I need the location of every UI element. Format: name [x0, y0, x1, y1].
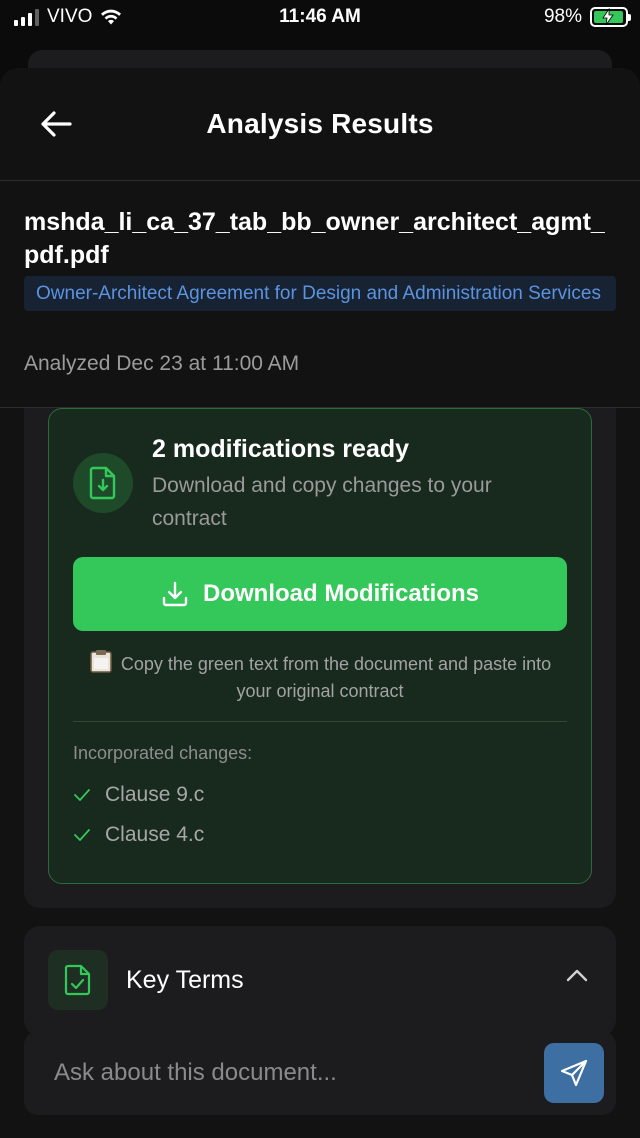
- download-button-label: Download Modifications: [203, 580, 479, 607]
- battery-percent: 98%: [543, 6, 582, 27]
- analysis-sheet: Analysis Results mshda_li_ca_37_tab_bb_o…: [0, 68, 640, 1138]
- send-button[interactable]: [544, 1043, 604, 1103]
- modifications-title: 2 modifications ready: [152, 435, 410, 463]
- key-terms-section[interactable]: Key Terms: [24, 926, 616, 1036]
- send-icon: [560, 1059, 588, 1087]
- change-item-label: Clause 4.c: [105, 823, 205, 846]
- ask-input[interactable]: [54, 1031, 514, 1115]
- download-icon: [162, 581, 188, 607]
- modifications-card: 2 modifications ready Download and copy …: [48, 408, 592, 884]
- incorporated-changes-label: Incorporated changes:: [73, 743, 253, 763]
- change-item: Clause 4.c: [73, 823, 204, 847]
- file-check-icon: [64, 964, 91, 996]
- key-terms-label: Key Terms: [126, 966, 244, 994]
- check-icon: [74, 789, 90, 801]
- file-download-icon: [89, 466, 116, 500]
- divider: [73, 721, 567, 722]
- modifications-subtitle: Download and copy changes to your contra…: [152, 474, 492, 530]
- copy-hint: Copy the green text from the document an…: [73, 649, 567, 705]
- page-title: Analysis Results: [206, 108, 434, 139]
- check-icon: [74, 829, 90, 841]
- document-info: mshda_li_ca_37_tab_bb_owner_architect_ag…: [0, 182, 640, 408]
- chevron-up-icon[interactable]: [566, 968, 588, 982]
- copy-hint-text: Copy the green text from the document an…: [120, 654, 552, 701]
- download-modifications-button[interactable]: Download Modifications: [73, 557, 567, 631]
- battery-icon: [590, 7, 631, 27]
- header: Analysis Results: [0, 68, 640, 181]
- change-item-label: Clause 9.c: [105, 783, 205, 806]
- status-bar: VIVO 11:46 AM 98%: [0, 0, 640, 36]
- analyzed-timestamp: Analyzed Dec 23 at 11:00 AM: [24, 352, 300, 375]
- ask-bar: [24, 1031, 616, 1115]
- modifications-section: 2 modifications ready Download and copy …: [24, 408, 616, 908]
- change-item: Clause 9.c: [73, 783, 204, 807]
- document-type-badge: Owner-Architect Agreement for Design and…: [24, 276, 616, 311]
- clipboard-icon: [90, 650, 112, 673]
- document-filename: mshda_li_ca_37_tab_bb_owner_architect_ag…: [24, 208, 605, 269]
